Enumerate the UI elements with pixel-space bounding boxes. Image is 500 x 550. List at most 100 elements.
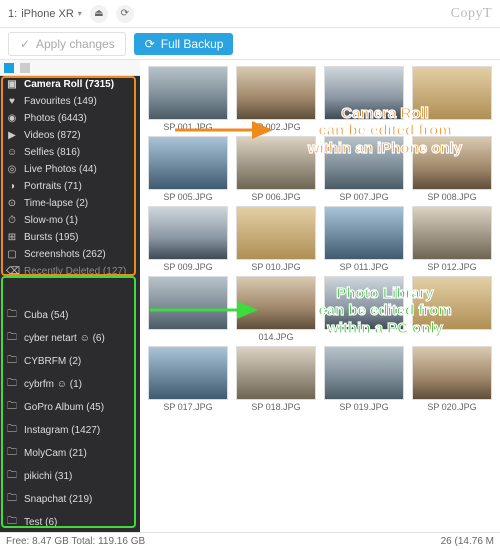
thumbnail[interactable]: SP 008.JPG xyxy=(410,136,494,202)
thumbnail-grid: SP 001.JPG SP 002.JPG SP 005.JPG SP 006.JPG… xyxy=(140,60,500,418)
camera-roll-item[interactable]: ⊞Bursts (195) xyxy=(0,229,140,246)
thumbnail[interactable]: SP 011.JPG xyxy=(322,206,406,272)
photo-library-item[interactable]: 🗀 MolyCam (21) xyxy=(0,442,140,465)
sidebar-item-label: CYBRFM (2) xyxy=(24,356,81,367)
camera-roll-item[interactable]: ▶Videos (872) xyxy=(0,127,140,144)
thumbnail-caption: SP 005.JPG xyxy=(163,192,212,202)
full-backup-button[interactable]: ⟳ Full Backup xyxy=(134,33,234,55)
folder-icon: 🗀 xyxy=(6,514,18,531)
thumbnail-image xyxy=(412,136,492,190)
folder-icon: ☺ xyxy=(6,147,18,158)
sidebar-item-label: cybrfm ☺ (1) xyxy=(24,379,82,390)
thumbnail-image xyxy=(148,276,228,330)
sidebar-item-label: Selfies (816) xyxy=(24,147,80,158)
check-icon: ✓ xyxy=(19,38,31,50)
camera-roll-item[interactable]: ⌫Recently Deleted (127) xyxy=(0,263,140,280)
thumbnail-image xyxy=(324,66,404,120)
thumbnail[interactable]: SP 002.JPG xyxy=(234,66,318,132)
photo-library-item[interactable]: 🗀pikichi (31) xyxy=(0,465,140,488)
folder-icon: 🗀 xyxy=(6,491,18,508)
thumbnail[interactable]: 014.JPG xyxy=(234,276,318,342)
thumbnail-image xyxy=(412,206,492,260)
thumbnail[interactable]: SP 012.JPG xyxy=(410,206,494,272)
thumbnail[interactable]: SP 010.JPG xyxy=(234,206,318,272)
thumbnail-caption: SP 018.JPG xyxy=(251,402,300,412)
photo-library-item[interactable]: 🗀 Snapchat (219) xyxy=(0,488,140,511)
action-bar: ✓ Apply changes ⟳ Full Backup xyxy=(0,28,500,60)
folder-icon: ⌫ xyxy=(6,266,18,277)
device-name: iPhone XR xyxy=(21,8,74,20)
folder-icon: 🗀 xyxy=(6,399,18,416)
sidebar-item-label: Test (6) xyxy=(24,517,57,528)
thumbnail[interactable]: SP 009.JPG xyxy=(146,206,230,272)
thumbnail-caption: SP 002.JPG xyxy=(251,122,300,132)
camera-roll-item[interactable]: ▣Camera Roll (7315) xyxy=(0,76,140,93)
status-bar: Free: 8.47 GB Total: 119.16 GB 26 (14.76… xyxy=(0,532,500,550)
thumbnail-caption: SP 011.JPG xyxy=(340,262,389,272)
device-prefix: 1: xyxy=(8,8,17,20)
camera-roll-item[interactable]: ◉Photos (6443) xyxy=(0,110,140,127)
folder-icon: 🗀 xyxy=(6,422,18,439)
thumbnail-caption: SP 017.JPG xyxy=(163,402,212,412)
thumbnail-image xyxy=(412,346,492,400)
eject-icon[interactable]: ⏏ xyxy=(90,5,108,23)
thumbnail-image xyxy=(412,66,492,120)
thumbnail-caption: SP 008.JPG xyxy=(427,192,476,202)
thumbnail[interactable] xyxy=(322,276,406,342)
camera-roll-item[interactable]: ⊙Time-lapse (2) xyxy=(0,195,140,212)
apply-changes-button[interactable]: ✓ Apply changes xyxy=(8,32,126,56)
sidebar-item-label: pikichi (31) xyxy=(24,471,72,482)
folder-icon: 🗀 xyxy=(6,445,18,462)
thumbnail[interactable]: SP 020.JPG xyxy=(410,346,494,412)
device-selector[interactable]: 1: iPhone XR ▾ xyxy=(8,8,82,20)
sidebar-item-label: Cuba (54) xyxy=(24,310,68,321)
sidebar-item-label: Screenshots (262) xyxy=(24,249,106,260)
thumbnail[interactable]: SP 006.JPG xyxy=(234,136,318,202)
sidebar-item-label: Snapchat (219) xyxy=(24,494,92,505)
thumbnail-caption: SP 006.JPG xyxy=(251,192,300,202)
main-area: ▣Camera Roll (7315)♥Favourites (149)◉Pho… xyxy=(0,60,500,532)
thumbnail[interactable]: SP 005.JPG xyxy=(146,136,230,202)
thumbnail[interactable]: SP 007.JPG xyxy=(322,136,406,202)
photo-library-item[interactable]: 🗀Cuba (54) xyxy=(0,304,140,327)
thumbnail[interactable] xyxy=(410,66,494,132)
camera-roll-item[interactable]: ☺ Selfies (816) xyxy=(0,144,140,161)
thumbnail[interactable] xyxy=(146,276,230,342)
view-mode-alt-icon[interactable] xyxy=(20,63,30,73)
camera-roll-item[interactable]: ♥Favourites (149) xyxy=(0,93,140,110)
thumbnail-image xyxy=(148,136,228,190)
sidebar-item-label: cyber netart ☺ (6) xyxy=(24,333,105,344)
backup-label: Full Backup xyxy=(161,37,224,51)
thumbnail-image xyxy=(236,136,316,190)
camera-roll-item[interactable]: ⏱Slow-mo (1) xyxy=(0,212,140,229)
thumbnail-image xyxy=(148,346,228,400)
sidebar-item-label: MolyCam (21) xyxy=(24,448,87,459)
camera-roll-item[interactable]: ◑Portraits (71) xyxy=(0,178,140,195)
folder-icon: 🗀 xyxy=(6,376,18,393)
photo-library-item[interactable]: 🗀CYBRFM (2) xyxy=(0,350,140,373)
photo-library-item[interactable]: 🗀 Test (6) xyxy=(0,511,140,532)
thumbnail-image xyxy=(412,276,492,330)
sidebar-item-label: Portraits (71) xyxy=(24,181,82,192)
thumbnail-image xyxy=(148,66,228,120)
sidebar: ▣Camera Roll (7315)♥Favourites (149)◉Pho… xyxy=(0,60,140,532)
thumbnail[interactable]: SP 019.JPG xyxy=(322,346,406,412)
thumbnail-image xyxy=(236,276,316,330)
thumbnail[interactable]: SP 001.JPG xyxy=(146,66,230,132)
thumbnail[interactable] xyxy=(410,276,494,342)
camera-roll-item[interactable]: ◎Live Photos (44) xyxy=(0,161,140,178)
thumbnail-image xyxy=(324,346,404,400)
refresh-icon[interactable]: ⟳ xyxy=(116,5,134,23)
photo-library-item[interactable]: 🗀GoPro Album (45) xyxy=(0,396,140,419)
photo-library-item[interactable]: 🗀 Instagram (1427) xyxy=(0,419,140,442)
photo-library-item[interactable]: 🗀cyber netart ☺ (6) xyxy=(0,327,140,350)
thumbnail[interactable] xyxy=(322,66,406,132)
thumbnail[interactable]: SP 017.JPG xyxy=(146,346,230,412)
camera-roll-item[interactable]: ▢Screenshots (262) xyxy=(0,246,140,263)
view-mode-icon[interactable] xyxy=(4,63,14,73)
thumbnail-image xyxy=(236,66,316,120)
sidebar-item-label: Instagram (1427) xyxy=(24,425,100,436)
thumbnail[interactable]: SP 018.JPG xyxy=(234,346,318,412)
photo-library-item[interactable]: 🗀 cybrfm ☺ (1) xyxy=(0,373,140,396)
sidebar-item-label: Bursts (195) xyxy=(24,232,78,243)
